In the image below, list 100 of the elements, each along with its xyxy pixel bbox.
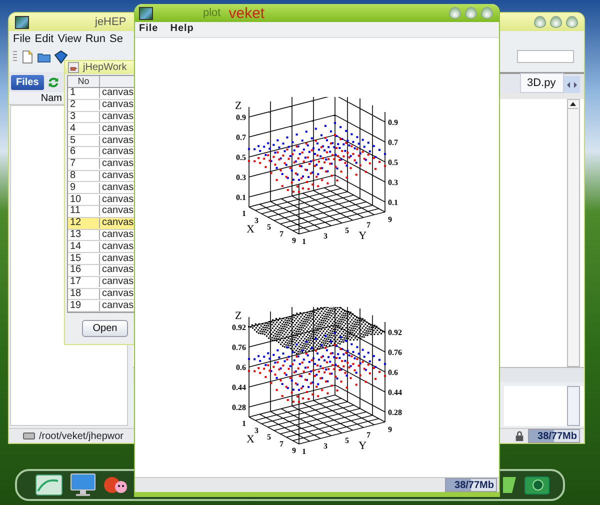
table-cell-text: canvas (101, 265, 135, 276)
new-file-icon[interactable] (20, 50, 34, 64)
table-row[interactable]: 7 canvas (68, 158, 135, 171)
tick-label: 7 (366, 220, 370, 230)
toolbar-field[interactable] (517, 50, 574, 63)
tick-label: 0.44 (388, 388, 402, 397)
table-row[interactable]: 15 canvas (68, 253, 135, 265)
console-area[interactable] (504, 386, 584, 426)
axis-label: Y (358, 230, 367, 242)
table-cell: 13 (68, 230, 100, 240)
tick-label: 1 (242, 209, 246, 218)
menu-item[interactable]: Se (110, 33, 124, 47)
table-row[interactable]: 16 canvas (68, 264, 135, 277)
table-cell-text: canvas (101, 254, 135, 264)
table-cell-text: canvas (101, 288, 135, 299)
tick-label: 9 (388, 425, 392, 434)
table-cell: 1 (68, 88, 100, 98)
table-row[interactable]: 5 canvas (68, 135, 135, 147)
tick-label: 0.92 (388, 328, 402, 337)
menu-item[interactable]: File (13, 33, 31, 47)
editor-tab[interactable]: 3D.py (520, 73, 564, 93)
tick-label: 9 (292, 446, 296, 455)
table-row[interactable]: 10 canvas (68, 194, 135, 206)
table-row[interactable]: 13 canvas (68, 230, 135, 242)
table-row[interactable]: 14 canvas (68, 241, 135, 254)
window-control-button[interactable] (566, 16, 578, 28)
scrollbar[interactable] (567, 386, 580, 426)
tick-label: 0.3 (236, 173, 246, 182)
table-cell-text: canvas (101, 112, 135, 122)
axis-label: Y (358, 440, 367, 452)
tick-label: 1 (302, 447, 306, 456)
user-name: veket (228, 4, 265, 22)
tick-label: 3 (324, 232, 328, 240)
table-cell-text: canvas (101, 88, 135, 98)
tick-label: 0.3 (388, 178, 398, 187)
table-cell-text: canvas (101, 182, 135, 193)
tick-label: 0.5 (388, 158, 398, 167)
status-path: /root/veket/jhepwor (39, 430, 124, 442)
memory-label: 38/77Mb (538, 430, 578, 442)
tick-label: 5 (345, 436, 349, 445)
table-cell: 9 (68, 182, 100, 193)
tick-label: 0.44 (232, 383, 246, 392)
tick-label: 9 (292, 236, 296, 245)
table-cell: 10 (68, 194, 100, 205)
window-title: jHepWork (83, 62, 127, 73)
tick-label: 0.9 (388, 118, 398, 127)
table-row[interactable]: 6 canvas (68, 146, 135, 159)
table-row[interactable]: 17 canvas (68, 276, 135, 289)
tab-scroll-arrows-icon[interactable] (564, 76, 580, 93)
table-row[interactable]: 18 canvas (68, 288, 135, 300)
menu-item[interactable]: Run (85, 33, 106, 47)
window-control-button[interactable] (550, 16, 562, 28)
tick-label: 0.6 (236, 363, 246, 372)
tick-label: 7 (366, 430, 370, 440)
memory-label: 38/77Mb (454, 480, 495, 490)
menu-item[interactable]: Help (170, 23, 194, 37)
menu-item[interactable]: View (58, 33, 82, 47)
menu-item[interactable]: Edit (34, 33, 54, 47)
table-row[interactable]: 4 canvas (68, 123, 135, 136)
table-row[interactable]: 19 canvas (68, 300, 135, 312)
window-control-button[interactable] (465, 7, 477, 19)
open-button[interactable]: Open (82, 320, 128, 338)
window-control-button[interactable] (449, 7, 461, 19)
table-row[interactable]: 9 canvas (68, 182, 135, 194)
table-row[interactable]: 2 canvas (68, 100, 135, 112)
tick-label: 5 (267, 432, 271, 442)
table-row[interactable]: 11 canvas (68, 206, 135, 218)
column-header[interactable]: Nam (9, 92, 65, 105)
scrollbar[interactable] (567, 99, 580, 367)
axis-label: X (246, 433, 254, 446)
memory-meter[interactable]: 38/77Mb (528, 429, 580, 443)
table-cell: 15 (68, 254, 100, 264)
table-cell: 6 (68, 147, 100, 158)
diamond-icon[interactable] (54, 50, 68, 64)
window-control-button[interactable] (481, 7, 493, 19)
tick-label: 5 (345, 226, 349, 235)
table-row[interactable]: 8 canvas (68, 170, 135, 182)
table-row[interactable]: 3 canvas (68, 112, 135, 124)
table-cell: 17 (68, 277, 100, 288)
menu-item[interactable]: File (139, 23, 158, 37)
lock-icon[interactable] (514, 430, 525, 442)
tick-label: 3 (254, 426, 258, 435)
table-cell: 14 (68, 242, 100, 252)
table-row[interactable]: 1 canvas (68, 88, 135, 100)
monitor-icon[interactable] (69, 473, 97, 497)
scroll-up-icon[interactable] (568, 100, 578, 109)
memory-meter[interactable]: 38/77Mb (445, 478, 497, 492)
axis-label: Z (235, 310, 242, 322)
table-cell: 5 (68, 136, 100, 146)
wave-picture-icon[interactable] (35, 473, 63, 497)
tick-label: 0.92 (232, 323, 246, 332)
window-control-button[interactable] (534, 16, 546, 28)
table-cell-text: canvas (101, 194, 135, 205)
refresh-icon[interactable] (46, 76, 60, 88)
tick-label: 0.7 (236, 133, 246, 142)
files-tab[interactable]: Files (11, 74, 44, 90)
table-cell-text: canvas (101, 100, 135, 110)
table-cell-text: canvas (101, 206, 135, 216)
table-cell-text: canvas (101, 170, 135, 181)
table-row[interactable]: 12 canvas (68, 218, 135, 230)
